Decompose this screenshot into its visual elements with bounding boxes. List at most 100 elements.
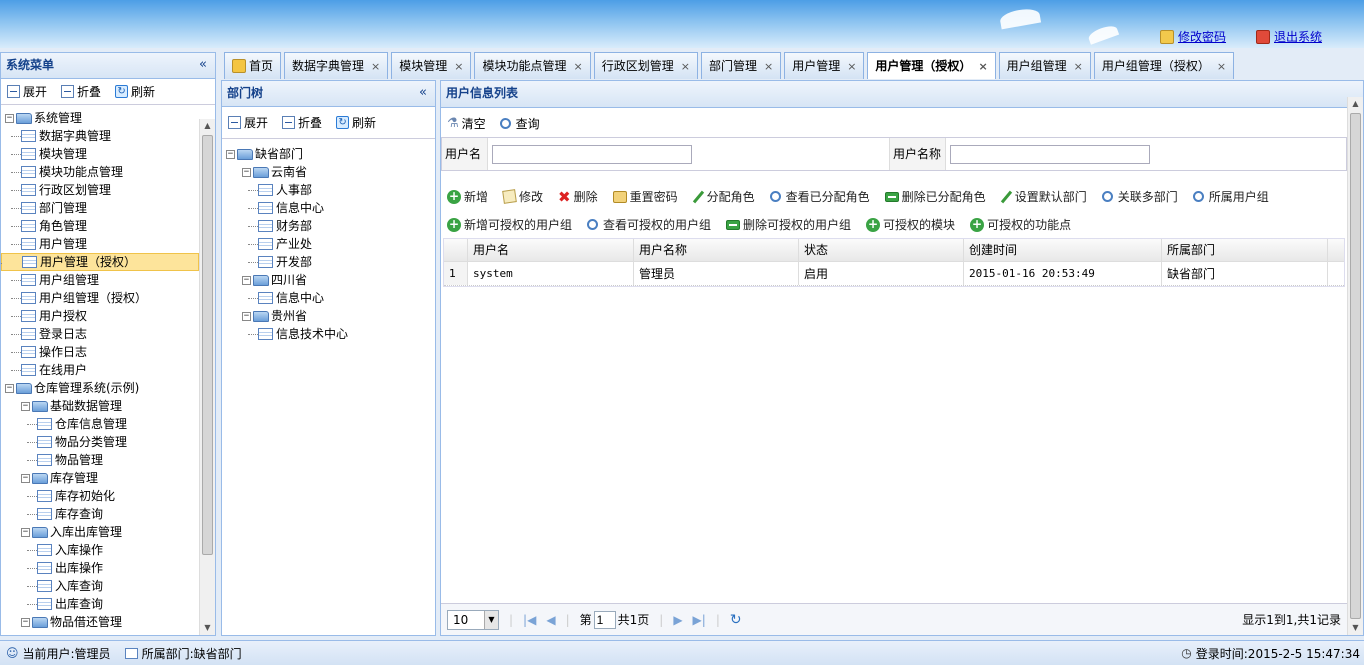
tree-item[interactable]: − 系统管理 <box>5 109 82 127</box>
tree-item[interactable]: 出库操作 <box>27 559 103 577</box>
first-page-icon[interactable]: |◀ <box>523 613 536 627</box>
action-button[interactable]: 查看可授权的用户组 <box>587 216 711 233</box>
collapse-icon[interactable]: « <box>199 53 207 77</box>
tab-item[interactable]: 首页 <box>224 52 282 79</box>
tree-item[interactable]: 信息中心 <box>248 199 324 217</box>
action-button[interactable]: 设置默认部门 <box>1000 188 1087 205</box>
reload-icon[interactable]: ↻ <box>730 612 742 628</box>
close-icon[interactable]: × <box>1074 54 1083 79</box>
tree-item[interactable]: 登录日志 <box>11 325 87 343</box>
action-button[interactable]: 重置密码 <box>612 188 678 205</box>
tree-item[interactable]: 模块管理 <box>11 145 87 163</box>
close-icon[interactable]: × <box>371 54 380 79</box>
tree-item[interactable]: 用户组管理 <box>11 271 99 289</box>
action-button[interactable]: 分配角色 <box>692 188 755 205</box>
user-list-scrollbar[interactable]: ▲ ▼ <box>1347 97 1363 635</box>
tree-item[interactable]: − 物品借还管理 <box>21 613 122 631</box>
close-icon[interactable]: × <box>1217 54 1226 79</box>
tree-item[interactable]: 出库查询 <box>27 595 103 613</box>
tree-item[interactable]: 用户授权 <box>11 307 87 325</box>
refresh-button[interactable]: ↻ 刷新 <box>115 83 155 100</box>
scroll-up-icon[interactable]: ▲ <box>1348 97 1363 111</box>
expand-button[interactable]: 展开 <box>7 83 47 100</box>
tree-item[interactable]: 仓库信息管理 <box>27 415 127 433</box>
scroll-thumb[interactable] <box>1350 113 1361 619</box>
tree-item[interactable]: − 缺省部门 <box>226 145 303 163</box>
collapse-toggle-icon[interactable]: − <box>21 473 30 483</box>
tab-item[interactable]: 用户管理（授权） × <box>867 52 996 79</box>
tab-item[interactable]: 模块管理 × <box>391 52 472 79</box>
scroll-down-icon[interactable]: ▼ <box>200 621 215 635</box>
expand-button[interactable]: 展开 <box>228 114 268 131</box>
collapse-toggle-icon[interactable]: − <box>226 149 235 159</box>
action-button[interactable]: + 新增可授权的用户组 <box>447 216 572 233</box>
last-page-icon[interactable]: ▶| <box>693 613 706 627</box>
column-header[interactable]: 所属部门 <box>1162 239 1328 261</box>
fullname-input[interactable] <box>950 145 1150 164</box>
collapse-icon[interactable]: « <box>419 81 427 105</box>
column-header[interactable]: 用户名 <box>468 239 634 261</box>
action-button[interactable]: 关联多部门 <box>1101 188 1178 205</box>
collapse-toggle-icon[interactable]: − <box>21 617 30 627</box>
close-icon[interactable]: × <box>574 54 583 79</box>
tree-item[interactable]: 用户管理（授权） <box>1 253 199 271</box>
close-icon[interactable]: × <box>454 54 463 79</box>
column-header[interactable]: 创建时间 <box>964 239 1162 261</box>
logout-link[interactable]: 退出系统 <box>1256 28 1322 45</box>
tree-item[interactable]: 产业处 <box>248 235 312 253</box>
page-number-input[interactable] <box>593 610 616 629</box>
collapse-toggle-icon[interactable]: − <box>21 527 30 537</box>
tree-item[interactable]: 角色管理 <box>11 217 87 235</box>
action-button[interactable]: + 可授权的模块 <box>866 216 955 233</box>
tree-item[interactable]: 财务部 <box>248 217 312 235</box>
tree-item[interactable]: 数据字典管理 <box>11 127 111 145</box>
system-menu-scrollbar[interactable]: ▲ ▼ <box>199 119 215 635</box>
tree-item[interactable]: 用户管理 <box>11 235 87 253</box>
tree-item[interactable]: − 贵州省 <box>242 307 307 325</box>
prev-page-icon[interactable]: ◀ <box>546 613 555 627</box>
collapse-toggle-icon[interactable]: − <box>242 275 251 285</box>
fold-button[interactable]: 折叠 <box>61 83 101 100</box>
tree-item[interactable]: 物品管理 <box>27 451 103 469</box>
scroll-up-icon[interactable]: ▲ <box>200 119 215 133</box>
action-button[interactable]: ✖ 删除 <box>558 188 598 205</box>
tab-item[interactable]: 模块功能点管理 × <box>474 52 591 79</box>
tree-item[interactable]: 库存查询 <box>27 505 103 523</box>
username-input[interactable] <box>492 145 692 164</box>
tree-item[interactable]: 入库查询 <box>27 577 103 595</box>
query-button[interactable]: 查询 <box>499 115 540 132</box>
tree-item[interactable]: − 仓库管理系统(示例) <box>5 379 139 397</box>
collapse-toggle-icon[interactable]: − <box>21 401 30 411</box>
action-button[interactable]: 查看已分配角色 <box>769 188 870 205</box>
scroll-down-icon[interactable]: ▼ <box>1348 621 1363 635</box>
collapse-toggle-icon[interactable]: − <box>242 167 251 177</box>
tree-item[interactable]: − 四川省 <box>242 271 307 289</box>
action-button[interactable]: + 新增 <box>447 188 488 205</box>
tree-item[interactable]: 库存初始化 <box>27 487 115 505</box>
clear-button[interactable]: ⚗ 清空 <box>447 115 486 132</box>
tree-item[interactable]: − 基础数据管理 <box>21 397 122 415</box>
tree-item[interactable]: − 库存管理 <box>21 469 98 487</box>
tree-item[interactable]: 操作日志 <box>11 343 87 361</box>
close-icon[interactable]: × <box>764 54 773 79</box>
collapse-toggle-icon[interactable]: − <box>5 383 14 393</box>
close-icon[interactable]: × <box>847 54 856 79</box>
refresh-button[interactable]: ↻ 刷新 <box>336 114 376 131</box>
change-password-link[interactable]: 修改密码 <box>1160 28 1226 45</box>
tree-item[interactable]: 行政区划管理 <box>11 181 111 199</box>
close-icon[interactable]: × <box>978 54 987 79</box>
action-button[interactable]: 修改 <box>502 188 543 205</box>
page-size-select[interactable]: 10 ▼ <box>447 609 499 630</box>
tree-item[interactable]: − 云南省 <box>242 163 307 181</box>
action-button[interactable]: + 可授权的功能点 <box>970 216 1071 233</box>
scroll-thumb[interactable] <box>202 135 213 555</box>
tree-item[interactable]: 开发部 <box>248 253 312 271</box>
tab-item[interactable]: 用户管理 × <box>784 52 865 79</box>
tree-item[interactable]: − 入库出库管理 <box>21 523 122 541</box>
tab-item[interactable]: 用户组管理 × <box>998 52 1091 79</box>
tree-item[interactable]: 人事部 <box>248 181 312 199</box>
action-button[interactable]: 删除可授权的用户组 <box>726 216 851 233</box>
tree-item[interactable]: 用户组管理（授权） <box>11 289 147 307</box>
column-header[interactable]: 用户名称 <box>634 239 799 261</box>
fold-button[interactable]: 折叠 <box>282 114 322 131</box>
